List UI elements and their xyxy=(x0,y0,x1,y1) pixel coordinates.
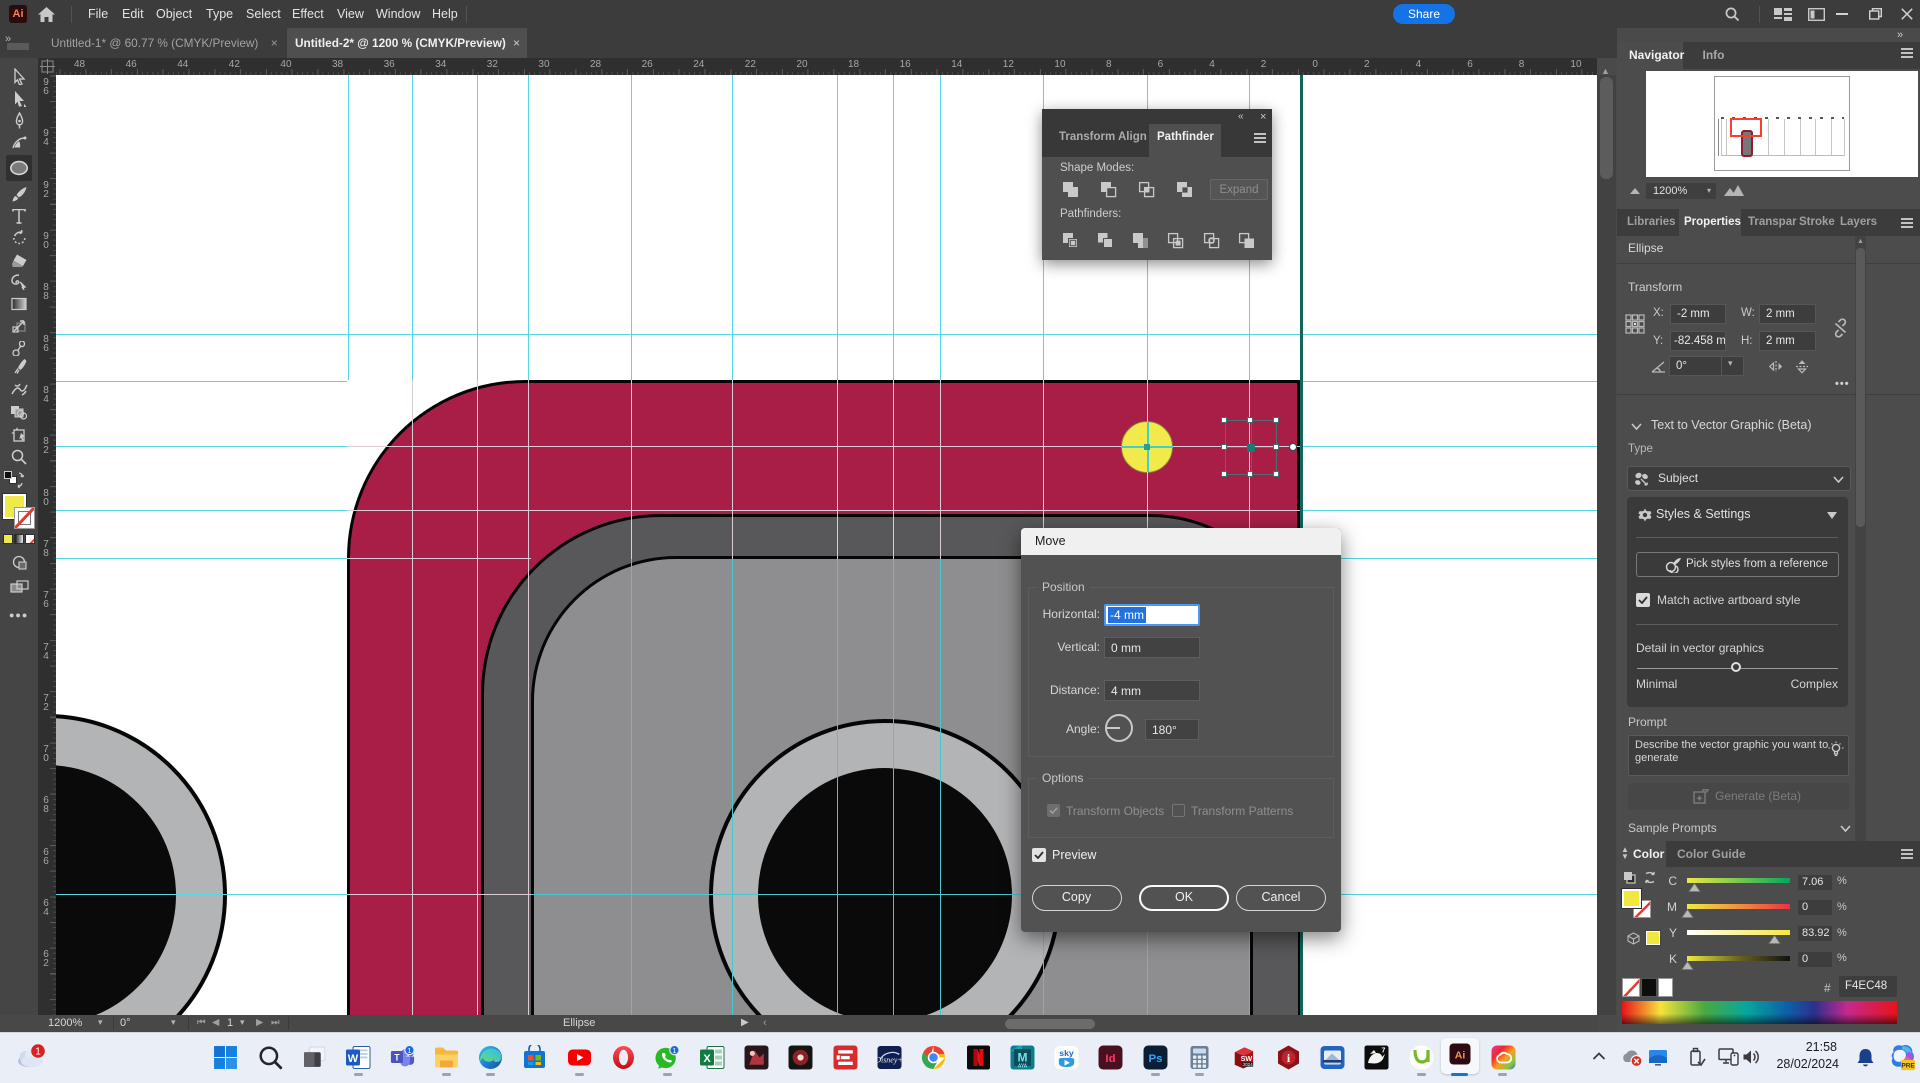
svg-text:sky: sky xyxy=(1059,1048,1074,1058)
svg-text:2024: 2024 xyxy=(1243,1062,1253,1067)
svg-text:W: W xyxy=(348,1053,359,1065)
svg-text:1: 1 xyxy=(408,1048,412,1055)
svg-text:T: T xyxy=(394,1052,400,1062)
svg-text:M: M xyxy=(1018,1051,1028,1065)
svg-text:Disney+: Disney+ xyxy=(877,1056,902,1065)
svg-text:7: 7 xyxy=(1382,1048,1386,1055)
svg-text:Id: Id xyxy=(1105,1053,1115,1065)
svg-text:PRE: PRE xyxy=(1901,1062,1915,1069)
svg-text:Ai: Ai xyxy=(1455,1050,1466,1062)
svg-text:AYA: AYA xyxy=(1018,1064,1028,1070)
svg-text:1: 1 xyxy=(673,1048,677,1055)
svg-text:Ps: Ps xyxy=(1149,1053,1163,1065)
svg-text:X: X xyxy=(703,1053,711,1065)
svg-text:1: 1 xyxy=(35,1047,41,1058)
